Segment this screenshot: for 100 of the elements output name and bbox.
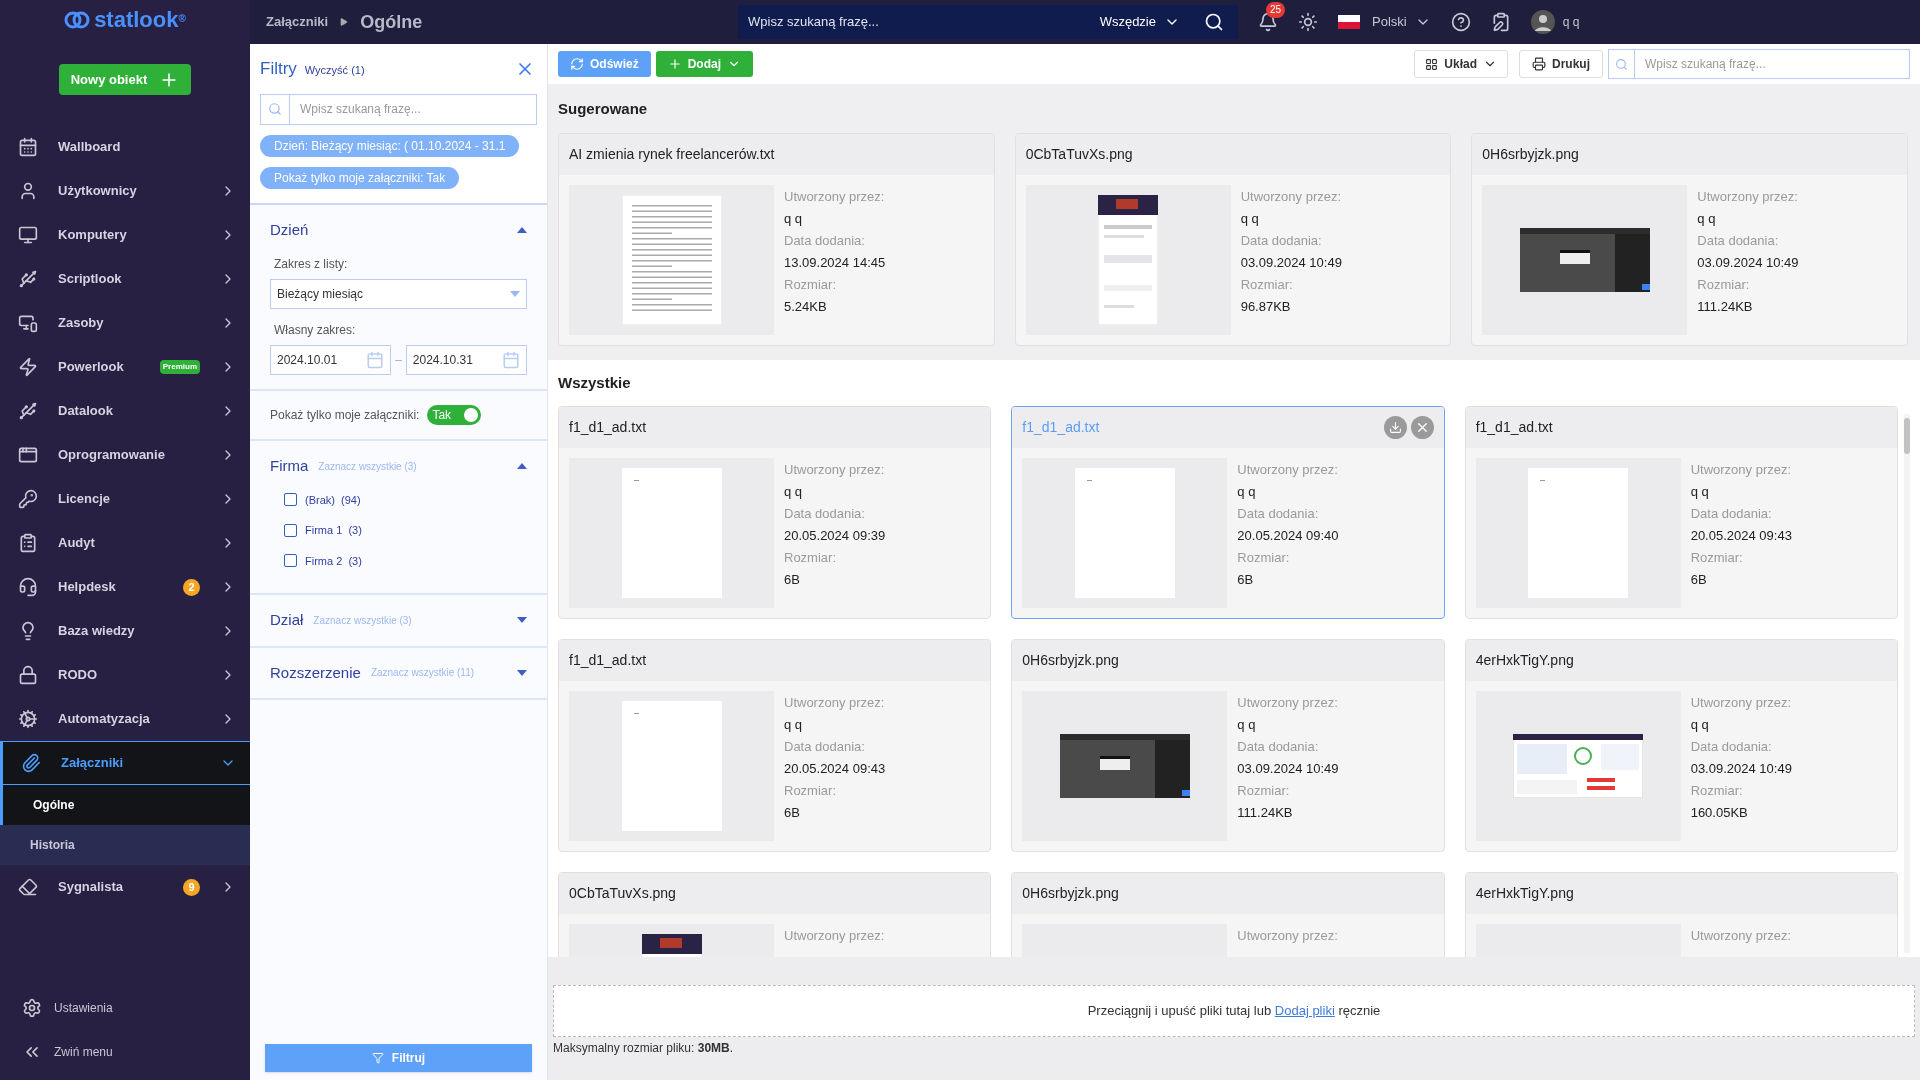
sidebar-item[interactable]: Audyt — [0, 521, 250, 565]
field-label: Utworzony przez: — [1690, 927, 1792, 945]
file-name[interactable]: 0CbTaTuvXs.png — [569, 883, 676, 904]
section-title[interactable]: Dział — [270, 609, 304, 632]
checkbox[interactable] — [284, 493, 297, 507]
add-files-link[interactable]: Dodaj pliki — [1274, 1003, 1335, 1019]
notifications-icon[interactable] — [1258, 12, 1278, 32]
sidebar-item[interactable]: Licencje — [0, 477, 250, 521]
field-value: 96.87KB — [1240, 297, 1292, 316]
submenu-item[interactable]: Ogólne — [0, 785, 250, 825]
file-name[interactable]: 0H6srbyjzk.png — [1022, 883, 1119, 904]
file-name[interactable]: 4erHxkTigY.png — [1475, 650, 1574, 671]
sidebar-item[interactable]: Powerlook Premium — [0, 345, 250, 389]
submenu-item[interactable]: Historia — [0, 825, 250, 865]
sidebar-item[interactable]: Automatyzacja — [0, 697, 250, 741]
file-card[interactable]: f1_d1_ad.txt Utworzony przez: q q Data dodania: 20.05.2024 09:43 Rozmiar: 6B — [1464, 406, 1898, 619]
sidebar-item[interactable]: Scriptlook — [0, 257, 250, 301]
layout-button[interactable]: Układ — [1414, 50, 1508, 78]
close-button[interactable] — [1410, 416, 1434, 439]
field-label: Data dodania: — [1237, 505, 1320, 523]
field-label: Utworzony przez: — [1690, 694, 1792, 712]
help-icon[interactable] — [1450, 12, 1471, 32]
field-value: 20.05.2024 09:39 — [784, 527, 886, 545]
file-card[interactable]: f1_d1_ad.txt Utworzony przez: q q Data dodania: 20.05.2024 09:40 Rozmiar: 6B — [1011, 406, 1445, 619]
field-label: Utworzony przez: — [1690, 461, 1792, 479]
file-name[interactable]: 0H6srbyjzk.png — [1022, 650, 1119, 671]
file-card[interactable]: 0H6srbyjzk.png Utworzony przez: q q Data dodania: 03.09.2024 10:49 Rozmiar: 111.24KB — [1011, 639, 1445, 852]
section-title[interactable]: Firma — [270, 455, 309, 478]
file-card[interactable]: 0H6srbyjzk.png Utworzony przez: q q Data dodania: 03.09.2024 10:49 Rozmiar: 111.24KB — [1471, 132, 1908, 346]
breadcrumb-link[interactable]: Załączniki — [266, 12, 329, 32]
section-title[interactable]: Dzień — [270, 218, 309, 241]
sidebar-item[interactable]: Oprogramowanie — [0, 433, 250, 477]
sidebar-item[interactable]: Wallboard — [0, 125, 250, 169]
checkbox[interactable] — [284, 523, 297, 537]
sidebar-item[interactable]: Datalook — [0, 389, 250, 433]
print-button[interactable]: Drukuj — [1519, 50, 1603, 78]
file-card[interactable]: 4erHxkTigY.png Utworzony przez: q q Data dodania: 03.09.2024 10:49 Rozmiar: 160.05KB — [1464, 639, 1898, 852]
sidebar-label: Helpdesk — [58, 578, 117, 597]
filter-search-field[interactable]: Wpisz szukaną frazę... — [290, 93, 537, 125]
field-value: 20.05.2024 09:43 — [1690, 527, 1792, 545]
user-name[interactable]: q q — [1562, 13, 1580, 31]
file-card[interactable]: f1_d1_ad.txt Utworzony przez: q q Data dodania: 20.05.2024 09:39 Rozmiar: 6B — [558, 406, 992, 619]
file-name[interactable]: f1_d1_ad.txt — [1475, 417, 1553, 438]
field-label: Data dodania: — [784, 231, 866, 250]
checkbox[interactable] — [284, 554, 297, 568]
global-search-field[interactable]: Wpisz szukaną frazę... — [738, 5, 1100, 39]
drop-zone[interactable]: Przeciągnij i upuść pliki tutaj lub Dodaj pliki ręcznie — [553, 985, 1915, 1037]
sidebar-item[interactable]: Helpdesk 2 — [0, 565, 250, 609]
logo-text: statlook$^{®}$ — [94, 9, 186, 31]
file-name[interactable]: 0H6srbyjzk.png — [1482, 143, 1579, 165]
section-title[interactable]: Rozszerzenie — [270, 661, 361, 684]
sidebar-footer-item[interactable]: Ustawienia — [0, 986, 250, 1030]
file-card[interactable]: AI zmienia rynek freelancerów.txt Utworzony przez: q q Data dodania: 13.09.2024 14:45 Rozmiar: 5.24KB — [558, 132, 995, 346]
search-button[interactable] — [1204, 5, 1238, 39]
file-name[interactable]: f1_d1_ad.txt — [569, 650, 647, 671]
file-name[interactable]: 4erHxkTigY.png — [1475, 883, 1574, 904]
sidebar-item[interactable]: Baza wiedzy — [0, 609, 250, 653]
sidebar-item[interactable]: Załączniki — [0, 741, 250, 785]
field-label: Rozmiar: — [1690, 549, 1744, 567]
range-separator: – — [395, 352, 402, 369]
field-value: 6B — [1237, 571, 1255, 589]
date-field[interactable]: 2024.10.01 — [270, 345, 392, 375]
devices-icon — [18, 313, 38, 333]
sidebar-item[interactable]: Komputery — [0, 213, 250, 257]
field-value: 5.24KB — [784, 297, 828, 316]
field-label: Własny zakres: — [274, 322, 357, 339]
sidebar-label: Komputery — [58, 226, 128, 245]
file-card[interactable]: 4erHxkTigY.png Utworzony przez: — [1464, 872, 1898, 957]
notification-badge: 25 — [1266, 2, 1286, 18]
file-card[interactable]: f1_d1_ad.txt Utworzony przez: q q Data dodania: 20.05.2024 09:43 Rozmiar: 6B — [558, 639, 992, 852]
language-dropdown[interactable]: Polski — [1372, 12, 1431, 32]
field-label: Rozmiar: — [784, 782, 837, 800]
download-button[interactable] — [1383, 416, 1407, 439]
sidebar-item[interactable]: Zasoby — [0, 301, 250, 345]
sidebar-footer-item[interactable]: Zwiń menu — [0, 1030, 250, 1074]
avatar-icon[interactable] — [1530, 10, 1555, 34]
caret-down-icon[interactable] — [517, 669, 527, 676]
date-field[interactable]: 2024.10.31 — [405, 345, 527, 375]
caret-up-icon[interactable] — [517, 463, 527, 470]
sun-icon[interactable] — [1298, 12, 1318, 32]
field-value: 111.24KB — [1697, 297, 1754, 316]
caret-up-icon[interactable] — [517, 226, 527, 233]
field-label: Utworzony przez: — [784, 187, 886, 206]
file-card[interactable]: 0CbTaTuvXs.png Utworzony przez: — [558, 872, 992, 957]
file-card[interactable]: 0CbTaTuvXs.png Utworzony przez: q q Data dodania: 03.09.2024 10:49 Rozmiar: 96.87KB — [1014, 132, 1452, 346]
file-name[interactable]: 0CbTaTuvXs.png — [1025, 143, 1133, 165]
caret-down-icon[interactable] — [517, 617, 527, 624]
sidebar-item[interactable]: Sygnalista 9 — [0, 865, 250, 909]
scope-dropdown[interactable]: Wszędzie — [1099, 5, 1204, 39]
calendar-icon — [366, 351, 385, 369]
scrollbar[interactable] — [1904, 413, 1910, 953]
grid-icon — [1425, 57, 1439, 71]
sidebar-item[interactable]: Użytkownicy — [0, 169, 250, 213]
sidebar-label: Scriptlook — [58, 270, 123, 289]
file-name[interactable]: f1_d1_ad.txt — [569, 417, 647, 438]
sidebar-item[interactable]: RODO — [0, 653, 250, 697]
search-field[interactable]: Wpisz szukaną frazę... — [1635, 49, 1910, 79]
clear-filters-link[interactable]: Wyczyść (1) — [304, 61, 365, 78]
range-dropdown[interactable]: Bieżący miesiąc — [270, 279, 527, 309]
file-card[interactable]: 0H6srbyjzk.png Utworzony przez: — [1011, 872, 1445, 957]
